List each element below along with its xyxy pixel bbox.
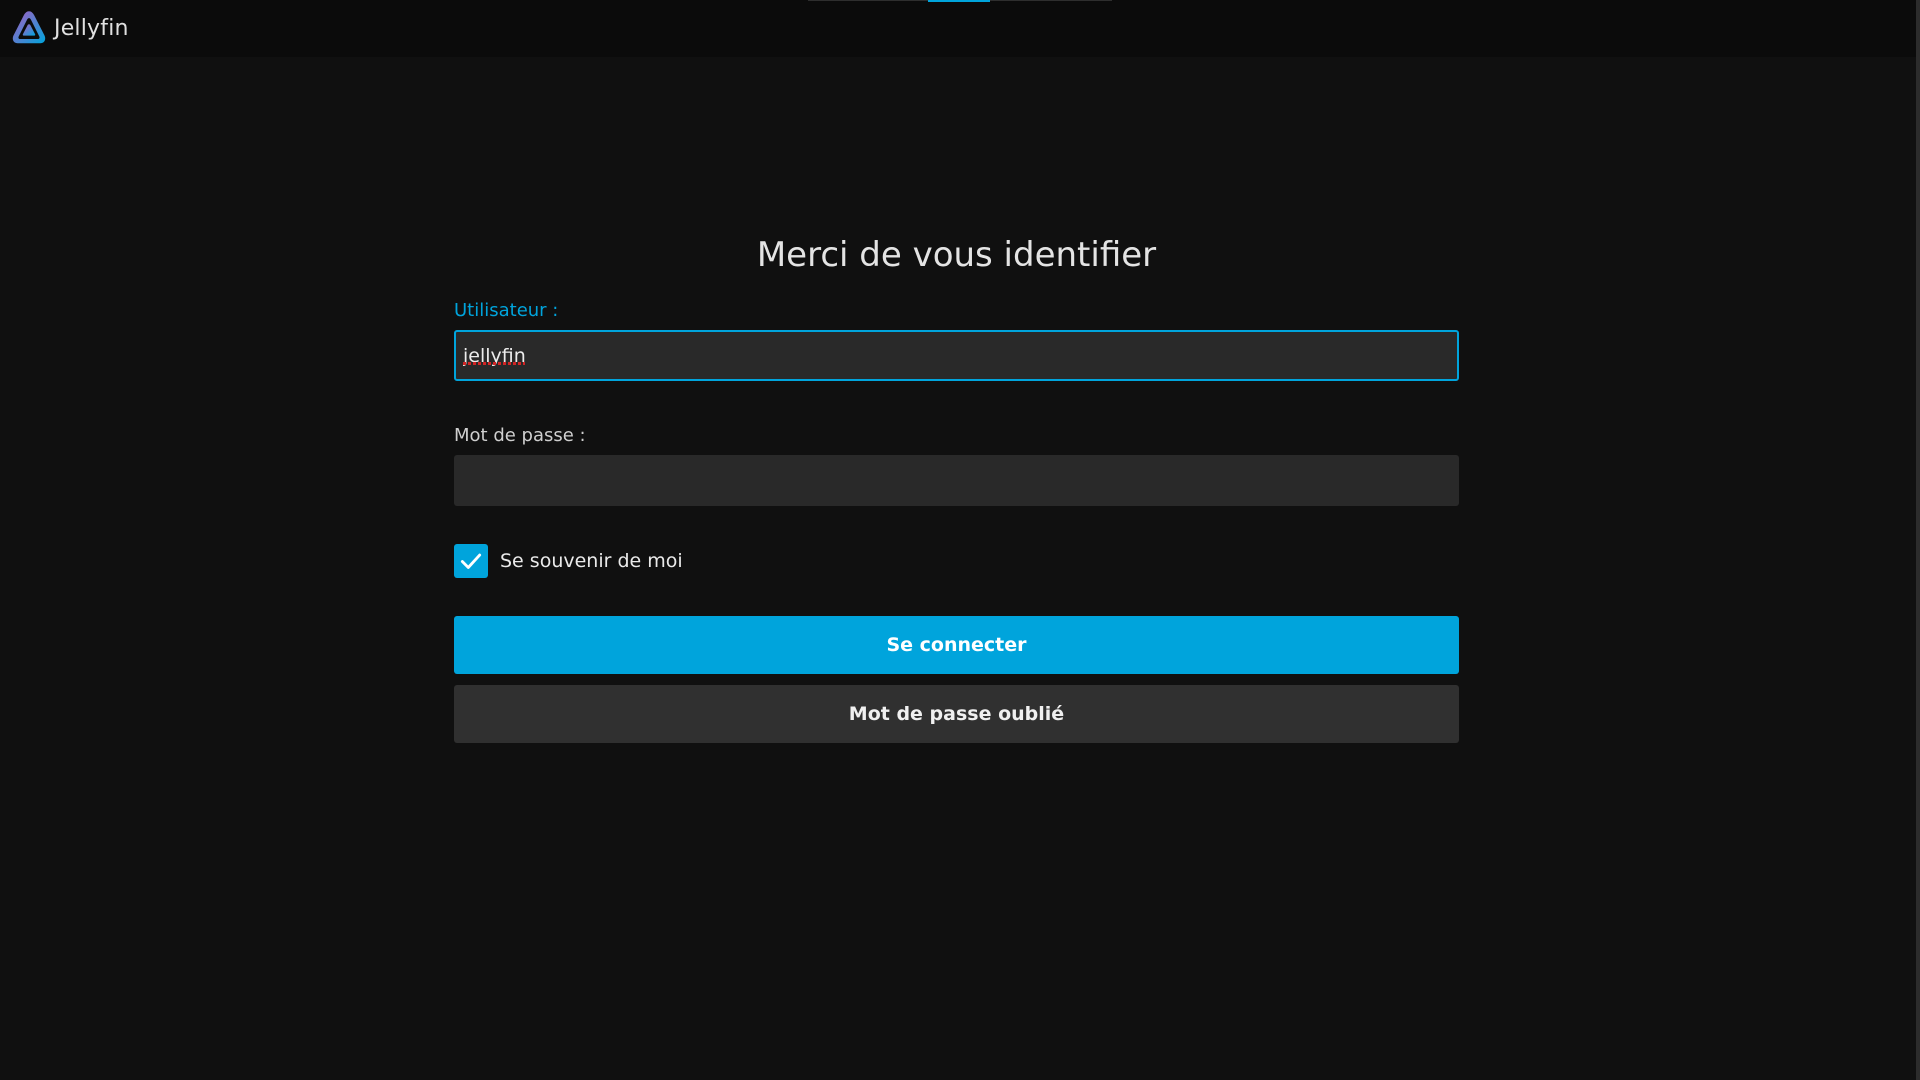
username-field-wrapper bbox=[454, 322, 1459, 381]
app-name: Jellyfin bbox=[54, 15, 129, 41]
password-label: Mot de passe : bbox=[454, 425, 586, 446]
scrollbar[interactable] bbox=[1916, 0, 1920, 1080]
page-title: Merci de vous identifier bbox=[756, 235, 1157, 275]
username-label: Utilisateur : bbox=[454, 300, 559, 321]
jellyfin-logo-icon bbox=[10, 9, 48, 47]
checkmark-icon bbox=[460, 553, 482, 569]
remember-me-row[interactable]: Se souvenir de moi bbox=[454, 544, 1459, 578]
login-form: Merci de vous identifier Utilisateur : M… bbox=[454, 226, 1459, 743]
top-bar: Jellyfin bbox=[0, 0, 1916, 57]
spellcheck-underline bbox=[463, 362, 525, 365]
password-input[interactable] bbox=[454, 455, 1459, 506]
sign-in-button[interactable]: Se connecter bbox=[454, 616, 1459, 674]
remember-me-checkbox[interactable] bbox=[454, 544, 488, 578]
header-active-indicator bbox=[928, 0, 990, 2]
username-input[interactable] bbox=[454, 330, 1459, 381]
forgot-password-button[interactable]: Mot de passe oublié bbox=[454, 685, 1459, 743]
remember-me-label[interactable]: Se souvenir de moi bbox=[500, 550, 683, 572]
app-logo[interactable]: Jellyfin bbox=[10, 9, 129, 47]
